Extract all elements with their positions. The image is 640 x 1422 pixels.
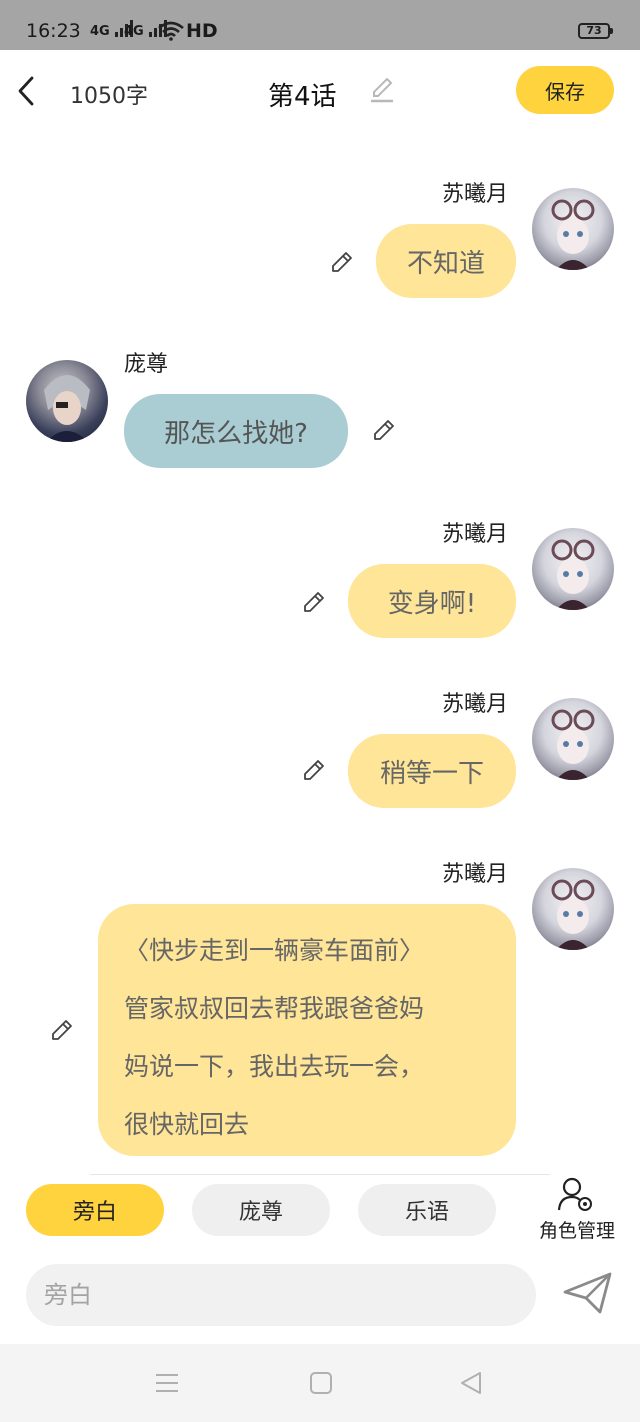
message-bubble[interactable]: 变身啊! — [348, 564, 516, 638]
pencil-icon[interactable] — [300, 588, 328, 616]
message-bubble[interactable]: 不知道 — [376, 224, 516, 298]
message-line: 管家叔叔回去帮我跟爸爸妈 — [124, 994, 425, 1023]
message-line: 妈说一下，我出去玩一会， — [124, 1052, 425, 1081]
episode-title: 第4话 — [268, 82, 337, 112]
top-bar: 1050字 第4话 保存 — [0, 50, 640, 130]
status-bar: 16:23 4G 4G HD 73 — [0, 0, 640, 50]
speaker-name: 苏曦月 — [442, 862, 509, 887]
avatar[interactable] — [26, 360, 108, 442]
system-nav-bar — [0, 1344, 640, 1422]
avatar[interactable] — [532, 698, 614, 780]
message-line: 很快就回去 — [124, 1110, 250, 1139]
word-count: 1050字 — [70, 84, 148, 109]
speaker-name: 苏曦月 — [442, 522, 509, 547]
role-manage-label: 角色管理 — [538, 1220, 615, 1242]
back-icon[interactable] — [12, 74, 42, 108]
pencil-icon[interactable] — [300, 756, 328, 784]
edit-icon[interactable] — [368, 74, 396, 106]
pencil-icon[interactable] — [328, 248, 356, 276]
message-input[interactable] — [26, 1264, 536, 1326]
role-tab-leyu[interactable]: 乐语 — [358, 1184, 496, 1236]
status-time: 16:23 — [26, 20, 81, 42]
role-tab-pangzun[interactable]: 庞尊 — [192, 1184, 330, 1236]
speaker-name: 庞尊 — [124, 352, 169, 377]
hd-indicator: HD — [186, 20, 218, 42]
role-tab-narration[interactable]: 旁白 — [26, 1184, 164, 1236]
message-bubble[interactable]: 那怎么找她? — [124, 394, 348, 468]
message-line: 〈快步走到一辆豪车面前〉 — [124, 936, 425, 965]
wifi-icon — [158, 21, 184, 41]
chat-area[interactable]: 苏曦月 不知道 庞尊 那怎么找她? 苏曦月 变身啊! 苏曦月 稍等一下 苏曦月 — [0, 130, 640, 1175]
avatar[interactable] — [532, 868, 614, 950]
back-nav-icon[interactable] — [456, 1368, 486, 1398]
send-icon[interactable] — [562, 1270, 614, 1316]
battery-icon: 73 — [578, 23, 613, 39]
speaker-name: 苏曦月 — [442, 182, 509, 207]
menu-icon[interactable] — [152, 1368, 182, 1398]
avatar[interactable] — [532, 528, 614, 610]
home-icon[interactable] — [306, 1368, 336, 1398]
message-bubble[interactable]: 〈快步走到一辆豪车面前〉 管家叔叔回去帮我跟爸爸妈 妈说一下，我出去玩一会， 很… — [98, 904, 516, 1156]
save-button[interactable]: 保存 — [516, 66, 614, 114]
role-manage-button[interactable]: 角色管理 — [534, 1176, 620, 1246]
message-bubble[interactable]: 稍等一下 — [348, 734, 516, 808]
divider — [90, 1174, 550, 1175]
role-manage-icon — [557, 1177, 592, 1211]
avatar[interactable] — [532, 188, 614, 270]
speaker-name: 苏曦月 — [442, 692, 509, 717]
battery-level: 73 — [586, 24, 602, 37]
pencil-icon[interactable] — [48, 1016, 76, 1044]
pencil-icon[interactable] — [370, 416, 398, 444]
